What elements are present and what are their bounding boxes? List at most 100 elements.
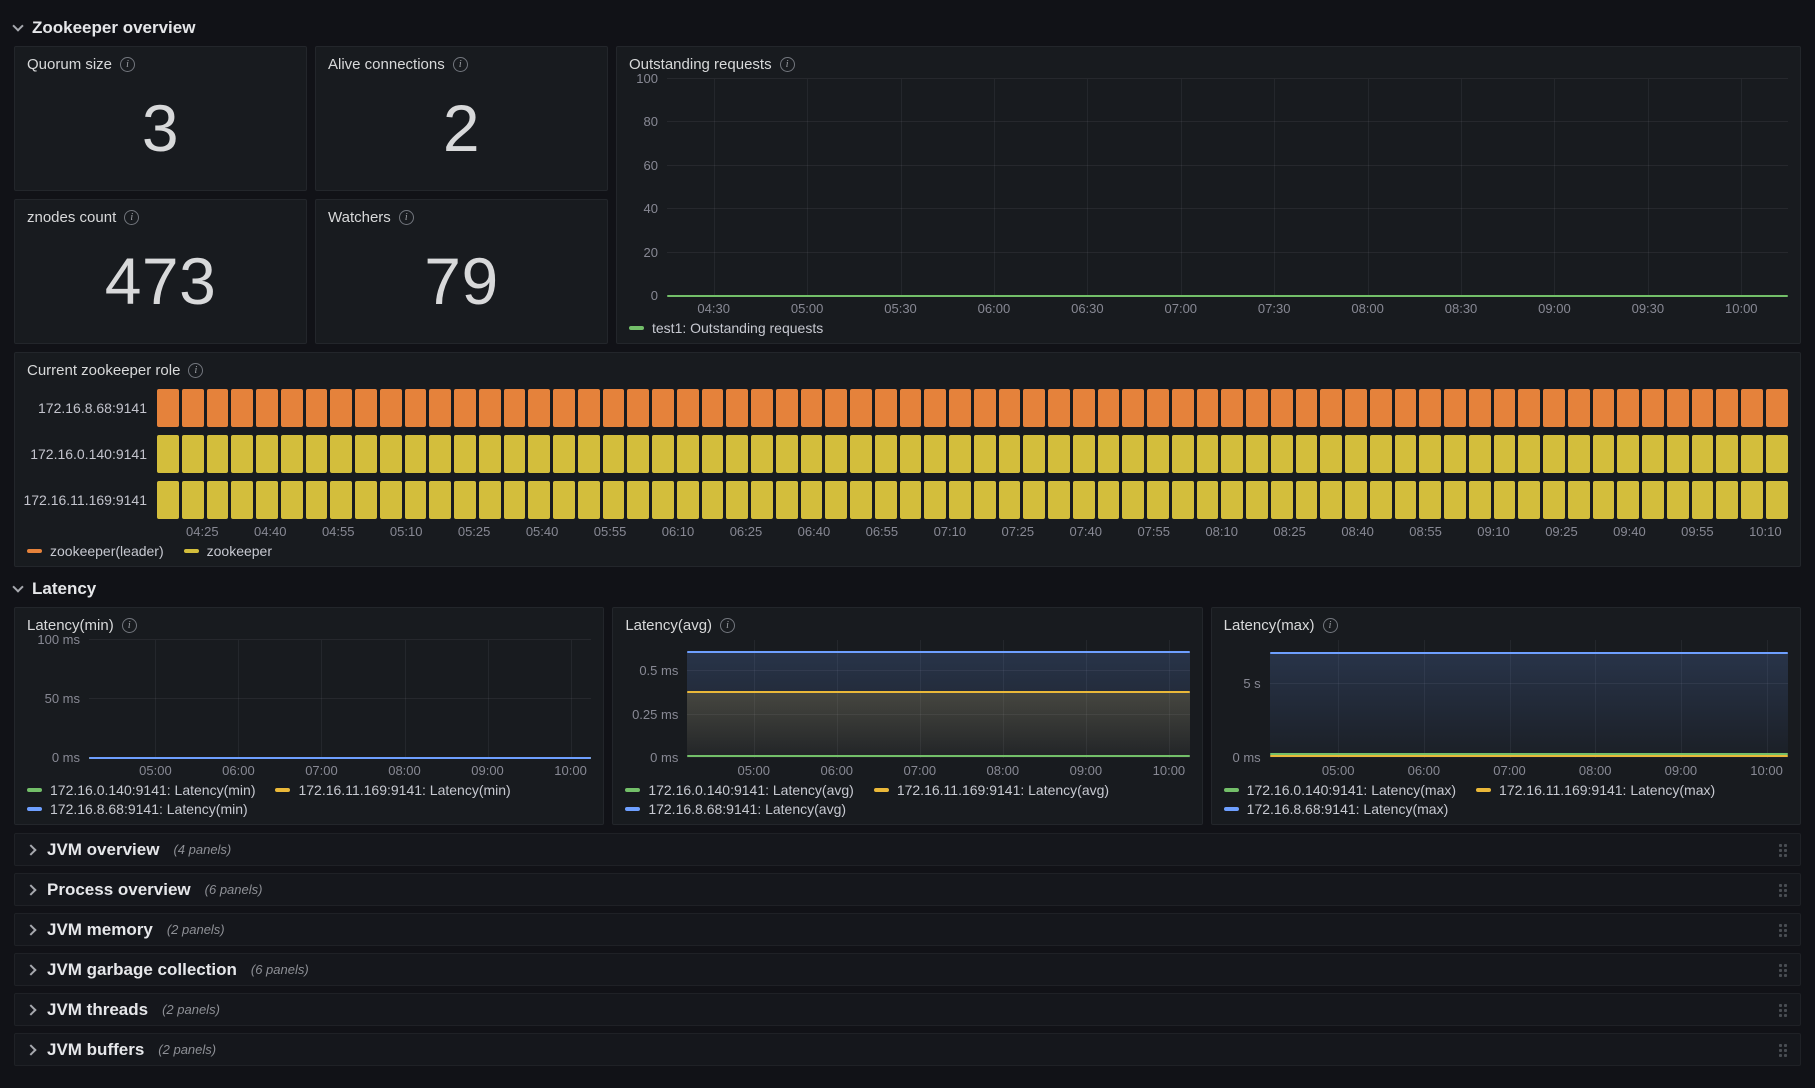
- legend-item[interactable]: zookeeper(leader): [27, 543, 164, 559]
- state-bar: [1072, 389, 1095, 427]
- drag-handle-icon[interactable]: [1778, 882, 1788, 897]
- y-tick-label: 0.25 ms: [632, 706, 679, 722]
- state-bar: [1196, 481, 1219, 519]
- row-header-latency[interactable]: Latency: [12, 571, 1801, 607]
- legend-item[interactable]: 172.16.11.169:9141: Latency(max): [1476, 782, 1715, 798]
- collapsed-row[interactable]: Process overview (6 panels): [14, 873, 1801, 906]
- gridline-vertical: [487, 640, 489, 758]
- legend-swatch-icon: [625, 807, 641, 811]
- state-bar: [355, 481, 377, 519]
- chevron-down-icon: [12, 581, 24, 593]
- legend-item[interactable]: zookeeper: [183, 543, 272, 559]
- legend-item[interactable]: 172.16.0.140:9141: Latency(avg): [625, 782, 854, 798]
- plot-area[interactable]: [687, 640, 1190, 758]
- panel-title[interactable]: Watchers: [328, 209, 391, 226]
- state-bar: [1147, 435, 1169, 473]
- collapsed-row-count: (6 panels): [204, 882, 263, 897]
- state-bar: [825, 481, 847, 519]
- legend-item[interactable]: 172.16.8.68:9141: Latency(max): [1223, 801, 1448, 817]
- state-bar: [1493, 389, 1516, 427]
- legend-swatch-icon: [1223, 788, 1239, 792]
- info-icon[interactable]: i: [121, 618, 137, 633]
- drag-handle-icon[interactable]: [1778, 1042, 1788, 1057]
- collapsed-row[interactable]: JVM overview (4 panels): [14, 833, 1801, 866]
- panel-watchers: Watchers i 79: [315, 199, 608, 344]
- info-icon[interactable]: i: [452, 57, 468, 72]
- panel-header: Latency(max) i: [1212, 608, 1800, 638]
- collapsed-row[interactable]: JVM threads (2 panels): [14, 993, 1801, 1026]
- gridline-vertical: [1367, 79, 1369, 296]
- state-bar: [726, 435, 748, 473]
- panel-header: Current zookeeper role i: [15, 353, 1800, 383]
- legend-item[interactable]: 172.16.0.140:9141: Latency(min): [27, 782, 255, 798]
- info-icon[interactable]: i: [120, 57, 136, 72]
- panel-title[interactable]: znodes count: [27, 209, 116, 226]
- chevron-right-icon: [25, 883, 37, 896]
- panel-title[interactable]: Current zookeeper role: [27, 362, 180, 379]
- drag-handle-icon[interactable]: [1778, 962, 1788, 977]
- gridline-vertical: [1461, 79, 1463, 296]
- state-bar: [553, 435, 575, 473]
- state-bar: [899, 481, 922, 519]
- panel-title[interactable]: Alive connections: [328, 56, 445, 73]
- plot-area[interactable]: [1269, 640, 1788, 758]
- collapsed-row[interactable]: JVM memory (2 panels): [14, 913, 1801, 946]
- state-bar: [1246, 435, 1268, 473]
- legend-swatch-icon: [27, 788, 42, 792]
- gridline-vertical: [713, 79, 715, 296]
- state-bar: [874, 389, 897, 427]
- info-icon[interactable]: i: [124, 210, 140, 225]
- x-tick-label: 06:30: [1071, 301, 1104, 316]
- drag-handle-icon[interactable]: [1778, 922, 1788, 937]
- plot-area[interactable]: [89, 639, 592, 759]
- state-bar: [726, 389, 748, 427]
- state-bar: [1196, 389, 1219, 427]
- state-bar: [1765, 435, 1788, 473]
- state-bar: [1345, 481, 1367, 519]
- row-header-zookeeper-overview[interactable]: Zookeeper overview: [12, 10, 1801, 46]
- y-axis: 0 ms 50 ms 100 ms: [27, 633, 89, 765]
- collapsed-row-count: (2 panels): [158, 1042, 217, 1057]
- legend-item[interactable]: 172.16.11.169:9141: Latency(min): [275, 782, 511, 798]
- state-bar: [1221, 389, 1243, 427]
- state-bar: [379, 435, 402, 473]
- legend-item[interactable]: 172.16.11.169:9141: Latency(avg): [873, 782, 1109, 798]
- state-bar: [429, 435, 451, 473]
- timeline-track: [157, 481, 1788, 519]
- dashboard: Zookeeper overview Quorum size i 3 Alive…: [0, 0, 1815, 1066]
- state-bar: [652, 435, 674, 473]
- state-bar: [973, 481, 996, 519]
- drag-handle-icon[interactable]: [1778, 842, 1788, 857]
- x-tick-label: 08:00: [1578, 763, 1612, 778]
- series-line: [687, 691, 1190, 694]
- state-bar: [924, 389, 946, 427]
- panel-title[interactable]: Quorum size: [27, 56, 112, 73]
- collapsed-row[interactable]: JVM buffers (2 panels): [14, 1033, 1801, 1066]
- info-icon[interactable]: i: [188, 363, 204, 378]
- state-bar: [1419, 481, 1441, 519]
- info-icon[interactable]: i: [720, 618, 736, 633]
- legend-item[interactable]: 172.16.0.140:9141: Latency(max): [1223, 782, 1456, 798]
- info-icon[interactable]: i: [398, 210, 414, 225]
- state-bar: [1394, 435, 1417, 473]
- collapsed-row-title: JVM threads: [47, 999, 149, 1019]
- info-icon[interactable]: i: [779, 57, 795, 72]
- state-bar: [1023, 481, 1045, 519]
- legend-item[interactable]: 172.16.8.68:9141: Latency(avg): [625, 801, 846, 817]
- panel-title[interactable]: Latency(avg): [625, 617, 712, 634]
- state-bar: [949, 481, 971, 519]
- collapsed-row[interactable]: JVM garbage collection (6 panels): [14, 953, 1801, 986]
- legend-label: 172.16.8.68:9141: Latency(min): [50, 801, 248, 817]
- state-bar: [1097, 435, 1120, 473]
- info-icon[interactable]: i: [1322, 618, 1338, 633]
- panel-title[interactable]: Latency(max): [1224, 617, 1315, 634]
- collapsed-row-title: JVM buffers: [47, 1039, 145, 1059]
- plot-area[interactable]: [667, 78, 1788, 297]
- gridline-vertical: [807, 79, 809, 296]
- collapsed-row-count: (4 panels): [173, 842, 232, 857]
- panel-header: Latency(min) i: [15, 608, 603, 638]
- drag-handle-icon[interactable]: [1778, 1002, 1788, 1017]
- legend-item[interactable]: 172.16.8.68:9141: Latency(min): [27, 801, 248, 817]
- legend-item[interactable]: test1: Outstanding requests: [629, 320, 823, 336]
- x-tick-label: 09:10: [1477, 524, 1510, 539]
